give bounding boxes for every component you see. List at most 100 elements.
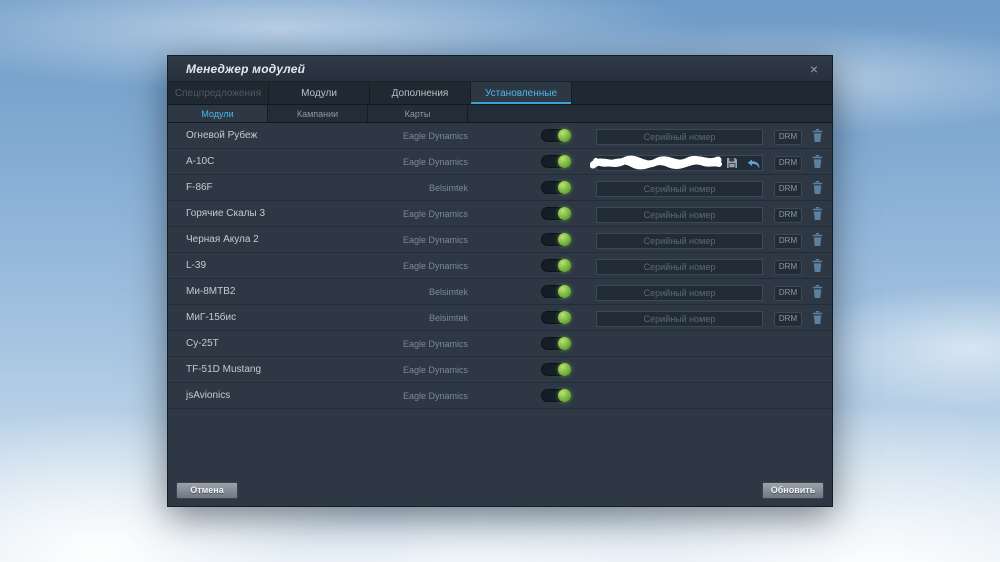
serial-number-input[interactable] <box>596 233 763 249</box>
trash-cell <box>810 285 824 298</box>
drm-button[interactable]: DRM <box>774 234 802 249</box>
trash-icon[interactable] <box>812 155 823 168</box>
module-name: jsAvionics <box>186 390 326 401</box>
update-button[interactable]: Обновить <box>762 482 824 499</box>
drm-cell: DRM <box>774 126 802 145</box>
serial-number-input[interactable] <box>596 285 763 301</box>
module-row: F-86FBelsimtek DRM <box>168 175 832 201</box>
module-manager-window: Менеджер модулей × Спецпредложения Модул… <box>167 55 833 507</box>
drm-cell: DRM <box>774 230 802 249</box>
trash-cell <box>810 181 824 194</box>
toggle-knob <box>558 337 571 350</box>
module-enabled-toggle[interactable] <box>541 207 571 220</box>
module-row: A-10CEagle DynamicsDRM <box>168 149 832 175</box>
serial-cell <box>596 335 763 353</box>
toggle-cell <box>541 233 571 246</box>
drm-cell: DRM <box>774 308 802 327</box>
module-enabled-toggle[interactable] <box>541 363 571 376</box>
drm-button[interactable]: DRM <box>774 156 802 171</box>
drm-button[interactable]: DRM <box>774 130 802 145</box>
serial-cell <box>596 257 763 275</box>
trash-cell <box>810 311 824 324</box>
module-enabled-toggle[interactable] <box>541 155 571 168</box>
serial-cell <box>596 205 763 223</box>
drm-button[interactable]: DRM <box>774 312 802 327</box>
module-row: МиГ-15бисBelsimtekDRM <box>168 305 832 331</box>
titlebar[interactable]: Менеджер модулей × <box>168 56 832 82</box>
module-row: L-39Eagle Dynamics DRM <box>168 253 832 279</box>
module-row: Черная Акула 2Eagle DynamicsDRM <box>168 227 832 253</box>
undo-icon[interactable] <box>747 157 761 175</box>
module-row: Ми-8МТВ2BelsimtekDRM <box>168 279 832 305</box>
trash-icon[interactable] <box>812 259 823 272</box>
trash-cell <box>810 207 824 220</box>
trash-icon[interactable] <box>812 181 823 194</box>
subtab-maps[interactable]: Карты <box>368 105 468 122</box>
module-enabled-toggle[interactable] <box>541 389 571 402</box>
toggle-knob <box>558 155 571 168</box>
serial-cell <box>596 387 763 405</box>
window-title: Менеджер модулей <box>186 62 305 76</box>
module-name: Горячие Скалы 3 <box>186 208 326 219</box>
trash-icon[interactable] <box>812 311 823 324</box>
serial-number-input[interactable] <box>596 259 763 275</box>
module-name: A-10C <box>186 156 326 167</box>
serial-number-input[interactable] <box>596 129 763 145</box>
module-list: Огневой РубежEagle DynamicsDRMA-10CEagle… <box>168 123 832 409</box>
module-enabled-toggle[interactable] <box>541 337 571 350</box>
module-name: МиГ-15бис <box>186 312 326 323</box>
module-developer: Eagle Dynamics <box>326 209 468 219</box>
toggle-cell <box>541 337 571 350</box>
module-enabled-toggle[interactable] <box>541 285 571 298</box>
drm-button[interactable]: DRM <box>774 208 802 223</box>
module-enabled-toggle[interactable] <box>541 259 571 272</box>
toggle-cell <box>541 207 571 220</box>
toggle-knob <box>558 233 571 246</box>
drm-button[interactable]: DRM <box>774 286 802 301</box>
module-developer: Eagle Dynamics <box>326 261 468 271</box>
toggle-cell <box>541 389 571 402</box>
serial-cell <box>596 127 763 145</box>
module-name: Ми-8МТВ2 <box>186 286 326 297</box>
module-name: Огневой Рубеж <box>186 130 326 141</box>
trash-icon[interactable] <box>812 129 823 142</box>
module-enabled-toggle[interactable] <box>541 311 571 324</box>
subtab-modules[interactable]: Модули <box>168 105 268 122</box>
module-enabled-toggle[interactable] <box>541 181 571 194</box>
save-icon[interactable] <box>726 156 738 174</box>
drm-button[interactable]: DRM <box>774 260 802 275</box>
close-icon[interactable]: × <box>806 60 822 78</box>
trash-icon[interactable] <box>812 285 823 298</box>
tab-modules[interactable]: Модули <box>269 82 370 104</box>
drm-cell: DRM <box>774 204 802 223</box>
module-developer: Belsimtek <box>326 183 468 193</box>
trash-icon[interactable] <box>812 207 823 220</box>
trash-icon[interactable] <box>812 233 823 246</box>
footer-bar: Отмена Обновить <box>168 480 832 500</box>
serial-number-input[interactable] <box>596 311 763 327</box>
serial-number-input[interactable] <box>596 181 763 197</box>
toggle-knob <box>558 181 571 194</box>
module-name: L-39 <box>186 260 326 271</box>
toggle-knob <box>558 129 571 142</box>
module-name: F-86F <box>186 182 326 193</box>
drm-button[interactable]: DRM <box>774 182 802 197</box>
tab-special-offers[interactable]: Спецпредложения <box>168 82 269 104</box>
toggle-cell <box>541 129 571 142</box>
sub-tab-bar: Модули Кампании Карты <box>168 105 832 123</box>
cancel-button[interactable]: Отмена <box>176 482 238 499</box>
subtab-campaigns[interactable]: Кампании <box>268 105 368 122</box>
tab-addons[interactable]: Дополнения <box>370 82 471 104</box>
module-enabled-toggle[interactable] <box>541 233 571 246</box>
trash-cell <box>810 155 824 168</box>
main-tab-bar: Спецпредложения Модули Дополнения Устано… <box>168 82 832 105</box>
serial-cell <box>596 309 763 327</box>
toggle-cell <box>541 259 571 272</box>
tab-installed[interactable]: Установленные <box>471 82 572 104</box>
drm-cell: DRM <box>774 256 802 275</box>
toggle-cell <box>541 311 571 324</box>
trash-cell <box>810 233 824 246</box>
module-enabled-toggle[interactable] <box>541 129 571 142</box>
trash-cell <box>810 129 824 142</box>
serial-number-input[interactable] <box>596 207 763 223</box>
